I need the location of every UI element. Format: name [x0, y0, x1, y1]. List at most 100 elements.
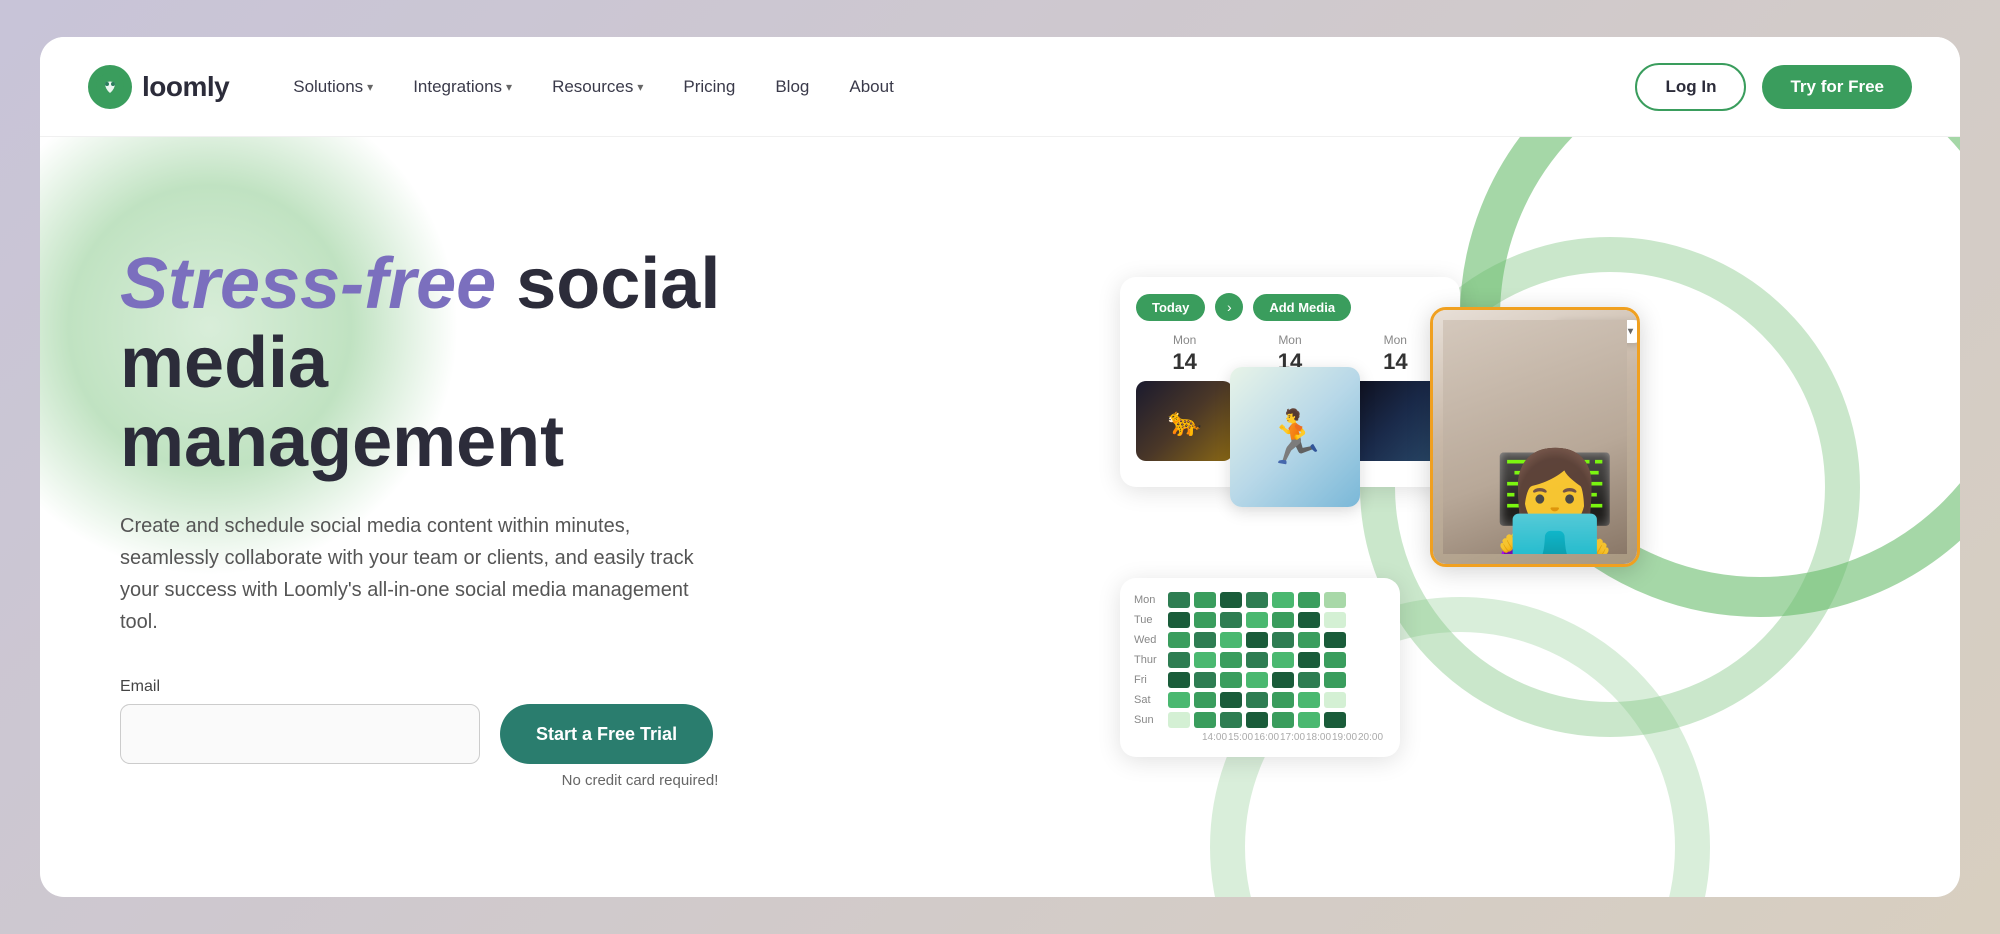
heatmap-day-label: Thur [1134, 654, 1164, 666]
navbar: loomly Solutions ▾ Integrations ▾ Resour… [40, 37, 1960, 137]
nav-blog[interactable]: Blog [759, 69, 825, 105]
heatmap-row: Thur [1134, 652, 1386, 668]
cat-thumbnail: 🐆 [1136, 381, 1233, 461]
heatmap-row: Mon [1134, 592, 1386, 608]
hero-right: Today › Add Media Mon 14 🐆 [840, 257, 1960, 777]
heatmap-cell [1246, 632, 1268, 648]
nav-resources[interactable]: Resources ▾ [536, 69, 659, 105]
time-1800: 18:00 [1306, 732, 1328, 743]
heatmap-cell [1168, 672, 1190, 688]
email-input[interactable] [120, 704, 480, 764]
nav-about[interactable]: About [833, 69, 909, 105]
logo-text: loomly [142, 71, 229, 103]
heatmap-times: 14:00 15:00 16:00 17:00 18:00 19:00 20:0… [1134, 732, 1386, 743]
heatmap-cell [1272, 592, 1294, 608]
hero-form: Email Start a Free Trial No credit card … [120, 678, 780, 789]
heatmap-cell [1298, 592, 1320, 608]
heatmap-cell [1194, 632, 1216, 648]
dashboard-mockup: Today › Add Media Mon 14 🐆 [1120, 277, 1640, 757]
time-1500: 15:00 [1228, 732, 1250, 743]
schedule-chevron-icon: ▾ [1628, 326, 1633, 337]
time-1400: 14:00 [1202, 732, 1224, 743]
heatmap-cell [1272, 652, 1294, 668]
hero-left: Stress-free social media management Crea… [40, 205, 840, 830]
login-button[interactable]: Log In [1635, 63, 1746, 111]
heatmap-cell [1324, 692, 1346, 708]
start-trial-button[interactable]: Start a Free Trial [500, 704, 713, 764]
hero-headline: Stress-free social media management [120, 245, 780, 483]
heatmap-cell [1324, 652, 1346, 668]
heatmap-cell [1246, 612, 1268, 628]
heatmap-card: Mon Tue Wed Thur Fri Sat Sun 14:00 15:00 16:00… [1120, 578, 1400, 757]
heatmap-cell [1220, 632, 1242, 648]
heatmap-cell [1272, 692, 1294, 708]
heatmap-cell [1272, 672, 1294, 688]
headline-italic: Stress-free [120, 244, 496, 324]
no-cc-text: No credit card required! [120, 772, 780, 789]
hero-section: Stress-free social media management Crea… [40, 137, 1960, 897]
heatmap-row: Fri [1134, 672, 1386, 688]
heatmap-day-label: Mon [1134, 594, 1164, 606]
heatmap-cell [1246, 692, 1268, 708]
heatmap-day-label: Tue [1134, 614, 1164, 626]
heatmap-cell [1220, 592, 1242, 608]
nav-actions: Log In Try for Free [1635, 63, 1912, 111]
heatmap-cell [1298, 692, 1320, 708]
logo-area[interactable]: loomly [88, 65, 229, 109]
add-media-button[interactable]: Add Media [1253, 294, 1351, 321]
heatmap-cell [1246, 712, 1268, 728]
form-row: Start a Free Trial [120, 704, 780, 764]
heatmap-cell [1220, 672, 1242, 688]
nav-pricing[interactable]: Pricing [667, 69, 751, 105]
cal-day-label-2: Mon [1241, 333, 1338, 347]
nav-integrations[interactable]: Integrations ▾ [397, 69, 528, 105]
heatmap-cell [1220, 712, 1242, 728]
heatmap-cell [1272, 632, 1294, 648]
solutions-chevron-icon: ▾ [367, 80, 373, 94]
email-label: Email [120, 678, 780, 696]
heatmap-cell [1194, 712, 1216, 728]
heatmap-cell [1168, 632, 1190, 648]
time-2000: 20:00 [1358, 732, 1380, 743]
integrations-chevron-icon: ▾ [506, 80, 512, 94]
cal-day-1: Mon 14 🐆 [1136, 333, 1233, 461]
logo-icon [88, 65, 132, 109]
heatmap-cell [1194, 652, 1216, 668]
jump-icon: 🏃 [1263, 407, 1328, 468]
heatmap-day-label: Sun [1134, 714, 1164, 726]
heatmap-cell [1324, 712, 1346, 728]
cal-day-label-1: Mon [1136, 333, 1233, 347]
heatmap-cell [1272, 712, 1294, 728]
heatmap-cell [1194, 692, 1216, 708]
schedule-photo: Schedule ▾ 👩‍💻 [1433, 310, 1637, 564]
heatmap-cell [1194, 672, 1216, 688]
heatmap-row: Tue [1134, 612, 1386, 628]
heatmap-row: Sun [1134, 712, 1386, 728]
heatmap-cell [1168, 592, 1190, 608]
heatmap-cell [1298, 612, 1320, 628]
heatmap-cell [1194, 612, 1216, 628]
next-arrow-button[interactable]: › [1215, 293, 1243, 321]
heatmap-day-label: Wed [1134, 634, 1164, 646]
resources-chevron-icon: ▾ [637, 80, 643, 94]
heatmap-cell [1246, 672, 1268, 688]
cal-header: Today › Add Media [1136, 293, 1444, 321]
today-button[interactable]: Today [1136, 294, 1205, 321]
nav-links: Solutions ▾ Integrations ▾ Resources ▾ P… [277, 69, 1635, 105]
heatmap-day-label: Fri [1134, 674, 1164, 686]
time-1600: 16:00 [1254, 732, 1276, 743]
heatmap-cell [1272, 612, 1294, 628]
heatmap-cell [1246, 592, 1268, 608]
try-free-button[interactable]: Try for Free [1762, 65, 1912, 109]
hero-subtext: Create and schedule social media content… [120, 510, 720, 638]
time-1700: 17:00 [1280, 732, 1302, 743]
cal-day-num-1: 14 [1136, 349, 1233, 375]
nav-solutions[interactable]: Solutions ▾ [277, 69, 389, 105]
heatmap-row: Wed [1134, 632, 1386, 648]
schedule-card: Schedule ▾ 👩‍💻 [1430, 307, 1640, 567]
heatmap-cell [1220, 612, 1242, 628]
heatmap-cell [1324, 612, 1346, 628]
time-1900: 19:00 [1332, 732, 1354, 743]
heatmap-cell [1194, 592, 1216, 608]
heatmap-row: Sat [1134, 692, 1386, 708]
